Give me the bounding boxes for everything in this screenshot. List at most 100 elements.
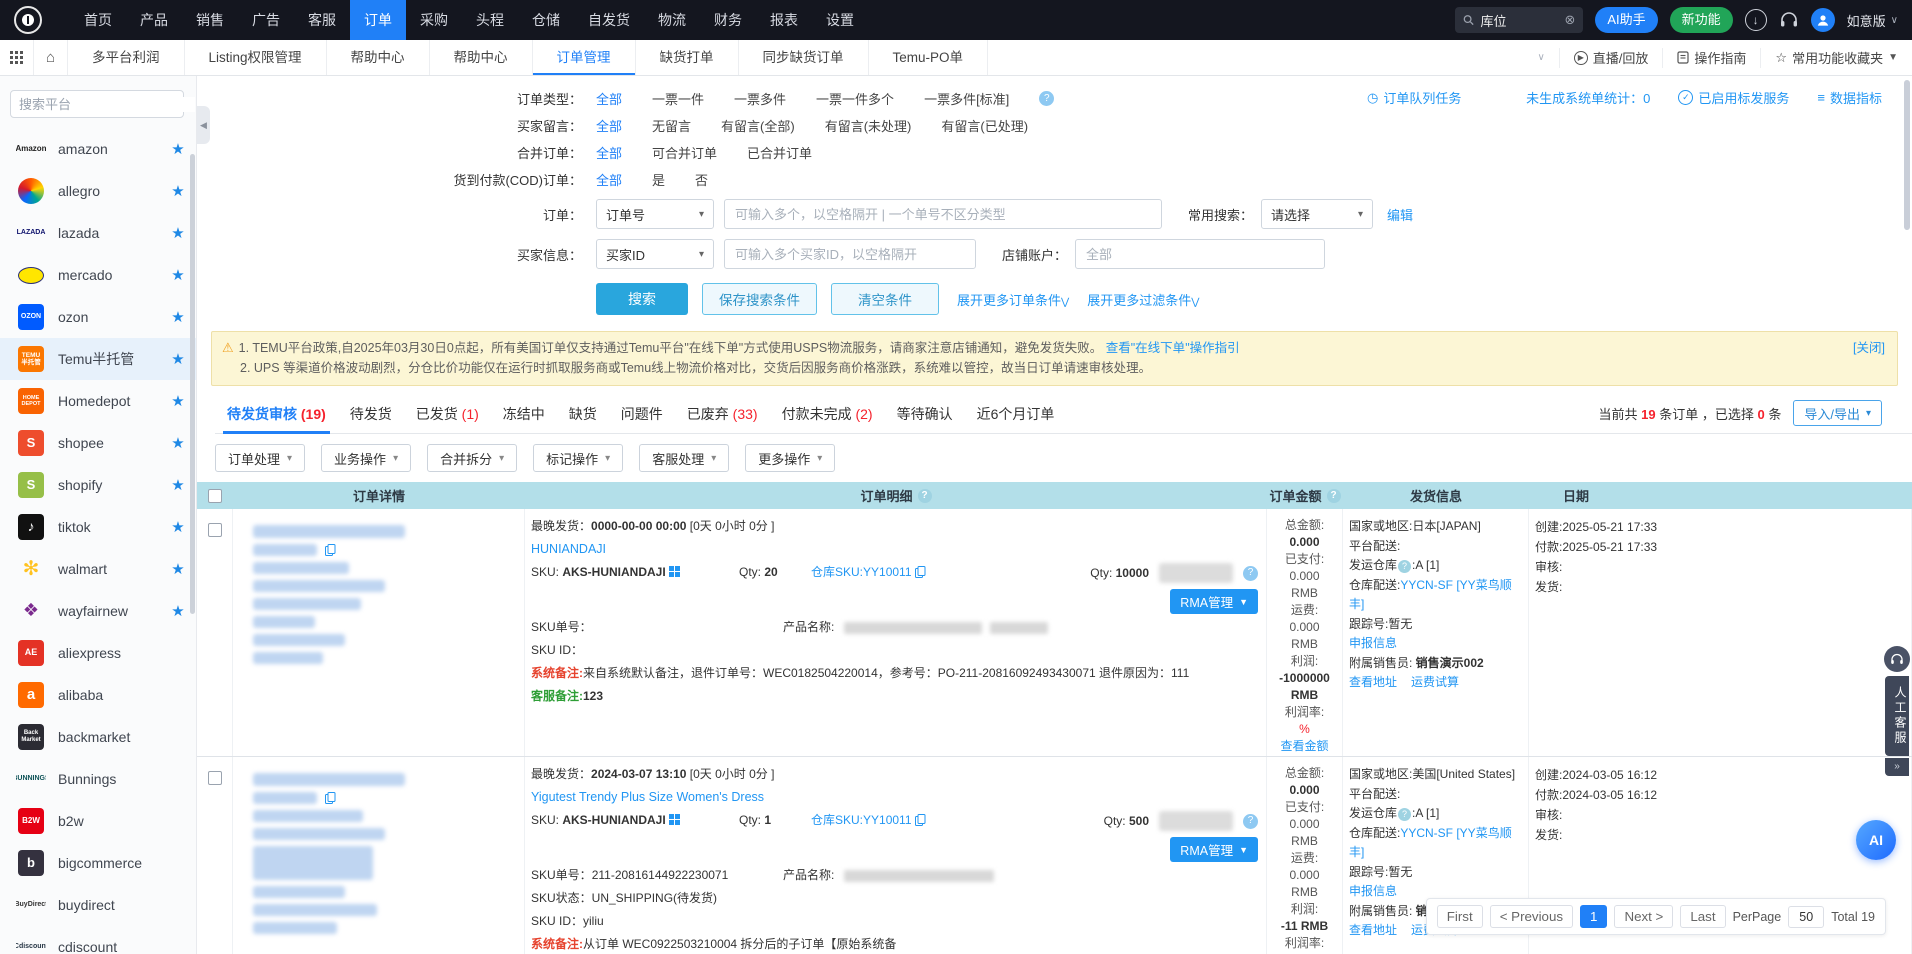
help-icon[interactable]: ? [1243, 566, 1258, 581]
sidebar-item-wayfairnew[interactable]: ❖wayfairnew★ [0, 590, 196, 632]
clear-search-icon[interactable]: ⊗ [1564, 12, 1575, 28]
topnav-item[interactable]: 物流 [644, 0, 700, 40]
filter-option[interactable]: 全部 [596, 143, 622, 162]
row-checkbox[interactable] [208, 771, 222, 785]
order-number-input[interactable] [724, 199, 1162, 229]
workspace-tab[interactable]: 订单管理 [533, 40, 636, 75]
sidebar-item-b2w[interactable]: B2Wb2w [0, 800, 196, 842]
row-checkbox[interactable] [208, 523, 222, 537]
favorite-star-icon[interactable]: ★ [170, 602, 186, 620]
batch-action-button[interactable]: 更多操作▾ [745, 444, 835, 472]
version-menu[interactable]: 如意版 ∨ [1847, 11, 1898, 30]
topnav-item[interactable]: 自发货 [574, 0, 644, 40]
status-tab[interactable]: 待发货审核 (19) [215, 398, 338, 433]
favorite-star-icon[interactable]: ★ [170, 434, 186, 452]
system-order-stat-link[interactable]: 未生成系统单统计：0 [1526, 88, 1650, 107]
sidebar-item-amazon[interactable]: Amazonamazon★ [0, 128, 196, 170]
sidebar-item-bigcommerce[interactable]: bbigcommerce [0, 842, 196, 884]
filter-option[interactable]: 有留言(全部) [721, 116, 795, 135]
workspace-tab[interactable]: 多平台利润 [68, 40, 185, 75]
first-page-button[interactable]: First [1437, 905, 1483, 928]
status-tab[interactable]: 冻结中 [491, 398, 557, 433]
rma-manage-button[interactable]: RMA管理▼ [1170, 837, 1258, 862]
favorite-star-icon[interactable]: ★ [170, 518, 186, 536]
sidebar-item-lazada[interactable]: LAZADAlazada★ [0, 212, 196, 254]
status-tab[interactable]: 待发货 [338, 398, 404, 433]
status-tab[interactable]: 已废弃 (33) [675, 398, 770, 433]
apps-grid-icon[interactable] [0, 40, 34, 75]
previous-page-button[interactable]: < Previous [1490, 905, 1573, 928]
status-tab[interactable]: 问题件 [609, 398, 675, 433]
collapse-right-icon[interactable]: » [1885, 758, 1909, 776]
import-export-button[interactable]: 导入/导出▾ [1793, 400, 1882, 426]
sku-grid-icon[interactable] [669, 566, 680, 577]
sku-grid-icon[interactable] [669, 814, 680, 825]
shop-account-input[interactable] [1075, 239, 1325, 269]
batch-action-button[interactable]: 标记操作▾ [533, 444, 623, 472]
topnav-item[interactable]: 设置 [812, 0, 868, 40]
user-avatar[interactable] [1811, 8, 1835, 32]
sidebar-item-ozon[interactable]: OZONozon★ [0, 296, 196, 338]
sidebar-collapse-handle[interactable]: ◀ [197, 106, 210, 144]
help-icon[interactable]: ? [1398, 808, 1411, 821]
sidebar-item-Bunnings[interactable]: BUNNINGSBunnings [0, 758, 196, 800]
declare-info-link[interactable]: 申报信息 [1349, 636, 1397, 650]
view-amount-link[interactable]: 查看金额 [1280, 739, 1328, 753]
sidebar-item-Temu半托管[interactable]: TEMU 半托管Temu半托管★ [0, 338, 196, 380]
copy-icon[interactable] [325, 544, 336, 556]
copy-icon[interactable] [325, 792, 336, 804]
help-icon[interactable]: ? [1243, 814, 1258, 829]
batch-action-button[interactable]: 业务操作▾ [321, 444, 411, 472]
page-1-button[interactable]: 1 [1580, 905, 1607, 928]
clear-search-button[interactable]: 清空条件 [831, 283, 939, 315]
filter-option[interactable]: 全部 [596, 170, 622, 189]
freight-calc-link[interactable]: 运费试算 [1411, 673, 1459, 693]
favorite-star-icon[interactable]: ★ [170, 392, 186, 410]
last-page-button[interactable]: Last [1680, 905, 1725, 928]
topnav-item[interactable]: 报表 [756, 0, 812, 40]
topnav-item[interactable]: 首页 [70, 0, 126, 40]
sidebar-item-Homedepot[interactable]: HOME DEPOTHomedepot★ [0, 380, 196, 422]
batch-action-button[interactable]: 客服处理▾ [639, 444, 729, 472]
warehouse-sku-link[interactable]: 仓库SKU:YY10011 [811, 811, 926, 829]
favorite-star-icon[interactable]: ★ [170, 308, 186, 326]
quick-search-select[interactable]: 请选择▾ [1261, 199, 1373, 229]
filter-option[interactable]: 有留言(未处理) [825, 116, 912, 135]
live-replay-link[interactable]: ▶ 直播/回放 [1559, 48, 1663, 68]
topnav-item[interactable]: 头程 [462, 0, 518, 40]
guide-link[interactable]: 操作指南 [1662, 48, 1760, 68]
workspace-tab[interactable]: Temu-PO单 [869, 40, 989, 75]
filter-option[interactable]: 有留言(已处理) [941, 116, 1028, 135]
workspace-tab[interactable]: 同步缺货订单 [739, 40, 869, 75]
sidebar-item-aliexpress[interactable]: AEaliexpress [0, 632, 196, 674]
filter-option[interactable]: 否 [695, 170, 708, 189]
global-search-input[interactable] [1480, 13, 1558, 28]
edit-quick-search-link[interactable]: 编辑 [1387, 205, 1413, 224]
favorite-star-icon[interactable]: ★ [170, 140, 186, 158]
filter-option[interactable]: 已合并订单 [747, 143, 812, 162]
label-service-link[interactable]: ✓已启用标发服务 [1678, 88, 1789, 107]
sidebar-item-shopee[interactable]: Sshopee★ [0, 422, 196, 464]
copy-icon[interactable] [915, 566, 926, 578]
product-title-link[interactable]: Yigutest Trendy Plus Size Women's Dress [531, 790, 764, 804]
status-tab[interactable]: 近6个月订单 [965, 398, 1067, 433]
filter-option[interactable]: 是 [652, 170, 665, 189]
sidebar-item-tiktok[interactable]: ♪tiktok★ [0, 506, 196, 548]
warehouse-sku-link[interactable]: 仓库SKU:YY10011 [811, 563, 926, 581]
topnav-item[interactable]: 客服 [294, 0, 350, 40]
sidebar-scrollbar[interactable] [190, 154, 195, 614]
global-search[interactable]: ⊗ [1455, 7, 1583, 33]
search-button[interactable]: 搜索 [596, 283, 688, 315]
ai-fab-button[interactable]: AI [1856, 820, 1896, 860]
platform-search[interactable] [10, 90, 184, 118]
filter-option[interactable]: 无留言 [652, 116, 691, 135]
per-page-input[interactable] [1788, 906, 1824, 928]
order-queue-link[interactable]: ◷ 订单队列任务 [1367, 88, 1461, 107]
collapse-tabs-icon[interactable]: ∨ [1523, 52, 1558, 63]
sidebar-item-allegro[interactable]: allegro★ [0, 170, 196, 212]
view-address-link[interactable]: 查看地址 [1349, 673, 1397, 693]
sidebar-item-shopify[interactable]: Sshopify★ [0, 464, 196, 506]
buyer-id-input[interactable] [724, 239, 976, 269]
help-icon[interactable]: ? [1398, 560, 1411, 573]
workspace-tab[interactable]: 帮助中心 [327, 40, 430, 75]
